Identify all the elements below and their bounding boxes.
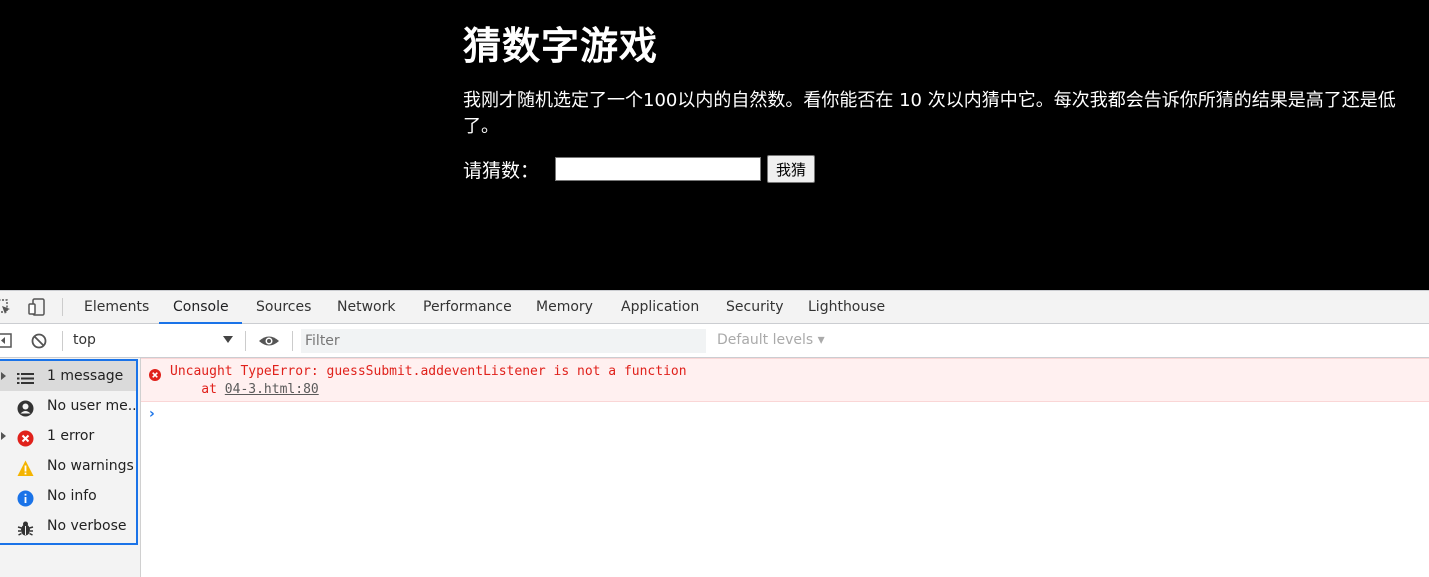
console-sidebar: 1 message No user me... 1 error No warni…: [0, 358, 141, 577]
page-title: 猜数字游戏: [463, 24, 659, 68]
tab-memory[interactable]: Memory: [522, 291, 607, 324]
show-sidebar-icon[interactable]: [0, 332, 14, 350]
sidebar-item-label: No user me...: [47, 398, 136, 414]
error-text: Uncaught TypeError: guessSubmit.addevent…: [170, 364, 687, 379]
sidebar-item-warnings[interactable]: No warnings: [0, 451, 136, 481]
stack-prefix: at: [170, 382, 225, 397]
live-expression-eye-icon[interactable]: [258, 332, 280, 350]
sidebar-item-label: No warnings: [47, 458, 134, 474]
info-icon: [17, 488, 34, 507]
sidebar-item-info[interactable]: No info: [0, 481, 136, 511]
tab-sources[interactable]: Sources: [242, 291, 323, 324]
bug-icon: [17, 518, 34, 536]
tabbar-separator: [62, 298, 63, 316]
console-toolbar: top Default levels ▾: [0, 324, 1429, 358]
toolbar-separator: [62, 331, 63, 351]
expand-triangle-icon[interactable]: [1, 432, 6, 440]
toolbar-separator: [245, 331, 246, 351]
page-content: 猜数字游戏 我刚才随机选定了一个100以内的自然数。看你能否在 10 次以内猜中…: [463, 18, 1423, 184]
tab-lighthouse[interactable]: Lighthouse: [794, 291, 896, 324]
console-error-message[interactable]: Uncaught TypeError: guessSubmit.addevent…: [141, 358, 1429, 402]
guess-form: 请猜数： 我猜: [463, 154, 1423, 184]
sidebar-item-label: 1 error: [47, 428, 95, 444]
warning-icon: [17, 458, 34, 476]
web-page: 猜数字游戏 我刚才随机选定了一个100以内的自然数。看你能否在 10 次以内猜中…: [0, 0, 1429, 290]
sidebar-item-errors[interactable]: 1 error: [0, 421, 136, 451]
console-prompt-icon[interactable]: ›: [149, 406, 155, 422]
tab-elements[interactable]: Elements: [70, 291, 158, 324]
user-icon: [17, 398, 34, 417]
guess-label: 请猜数：: [463, 159, 540, 182]
devtools-panel: Elements Console Sources Network Performance…: [0, 290, 1429, 577]
guess-submit-button[interactable]: 我猜: [767, 155, 816, 183]
clear-console-icon[interactable]: [30, 332, 48, 350]
list-icon: [17, 368, 34, 385]
sidebar-item-label: No info: [47, 488, 97, 504]
devtools-tabbar: Elements Console Sources Network Performance…: [0, 290, 1429, 324]
tab-network[interactable]: Network: [323, 291, 409, 324]
tab-application[interactable]: Application: [607, 291, 712, 324]
tab-console[interactable]: Console: [159, 291, 242, 324]
sidebar-item-user-messages[interactable]: No user me...: [0, 391, 136, 421]
context-dropdown-icon[interactable]: [223, 336, 233, 343]
sidebar-item-messages[interactable]: 1 message: [0, 361, 136, 391]
intro-text: 我刚才随机选定了一个100以内的自然数。看你能否在 10 次以内猜中它。每次我都…: [463, 90, 1396, 137]
inspect-element-icon[interactable]: [0, 298, 12, 316]
source-link[interactable]: 04-3.html:80: [225, 382, 319, 397]
expand-triangle-icon[interactable]: [1, 372, 6, 380]
guess-field[interactable]: [555, 157, 762, 181]
console-output: Uncaught TypeError: guessSubmit.addevent…: [141, 358, 1429, 577]
console-filter-input[interactable]: [301, 329, 706, 353]
device-toolbar-icon[interactable]: [28, 298, 46, 316]
log-levels-dropdown[interactable]: Default levels ▾: [717, 324, 825, 357]
toolbar-separator: [292, 331, 293, 351]
error-stack-line: at 04-3.html:80: [170, 381, 319, 399]
tab-performance[interactable]: Performance: [409, 291, 522, 324]
error-icon: [149, 366, 161, 381]
sidebar-item-label: 1 message: [47, 368, 124, 384]
context-selector[interactable]: top: [73, 324, 96, 357]
error-icon: [17, 428, 34, 447]
sidebar-item-verbose[interactable]: No verbose: [0, 511, 136, 541]
sidebar-item-label: No verbose: [47, 518, 127, 534]
tab-security[interactable]: Security: [712, 291, 794, 324]
